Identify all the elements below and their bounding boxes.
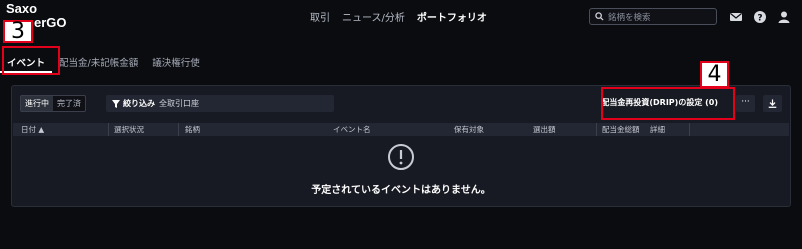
col-date[interactable]: 日付 ▲	[21, 124, 44, 135]
nav-portfolio[interactable]: ポートフォリオ	[417, 9, 487, 24]
tab-proxy-voting[interactable]: 議決権行使	[145, 51, 207, 73]
download-button[interactable]	[763, 95, 782, 112]
events-panel: 進行中 完了済 絞り込み 全取引口座 配当金再投資(DRIP)の設定 (0) ·…	[11, 85, 791, 207]
nav-trade[interactable]: 取引	[310, 9, 330, 24]
top-navigation: 取引 ニュース/分析 ポートフォリオ	[310, 9, 487, 24]
drip-settings-button[interactable]: 配当金再投資(DRIP)の設定 (0)	[595, 92, 724, 114]
step-4-marker: 4	[700, 61, 729, 88]
warning-circle-icon	[388, 144, 414, 170]
tab-dividends[interactable]: 配当金/未記帳金額	[52, 51, 145, 73]
status-completed[interactable]: 完了済	[53, 96, 85, 111]
search-input[interactable]: 銘柄を検索	[589, 8, 717, 25]
account-filter[interactable]: 絞り込み 全取引口座	[106, 95, 334, 112]
filter-value: 全取引口座	[159, 99, 199, 108]
step-3-marker: 3	[3, 20, 33, 43]
help-icon[interactable]: ?	[753, 10, 767, 24]
status-toggle: 進行中 完了済	[20, 95, 86, 112]
col-holding[interactable]: 保有対象	[454, 124, 484, 135]
status-in-progress[interactable]: 進行中	[21, 96, 53, 111]
mail-icon[interactable]	[729, 10, 743, 24]
col-details[interactable]: 詳細	[650, 124, 665, 135]
search-icon	[595, 12, 604, 21]
download-icon	[768, 99, 777, 108]
col-event-name[interactable]: イベント名	[333, 124, 371, 135]
col-total-dividend[interactable]: 配当金総額	[602, 124, 640, 135]
filter-label: 絞り込み	[123, 99, 155, 108]
col-selection-status[interactable]: 選択状況	[114, 124, 144, 135]
filter-icon	[112, 99, 120, 108]
events-toolbar: 進行中 完了済 絞り込み 全取引口座 配当金再投資(DRIP)の設定 (0) ·…	[20, 95, 782, 113]
corporate-actions-tabs: イベント 配当金/未記帳金額 議決権行使	[0, 51, 207, 73]
col-elected-amount[interactable]: 選出額	[533, 124, 556, 135]
brand-line-1: Saxo	[6, 1, 38, 16]
col-instrument[interactable]: 銘柄	[185, 124, 200, 135]
tab-events[interactable]: イベント	[0, 51, 53, 73]
empty-state-message: 予定されているイベントはありません。	[311, 185, 491, 196]
events-table-header: 日付 ▲ 選択状況 銘柄 イベント名 保有対象 選出額 配当金総額 詳細	[13, 123, 789, 136]
nav-news[interactable]: ニュース/分析	[342, 9, 405, 24]
svg-text:?: ?	[757, 14, 762, 24]
user-icon[interactable]	[777, 10, 791, 24]
more-button[interactable]: ···	[736, 95, 755, 112]
search-placeholder: 銘柄を検索	[608, 12, 651, 23]
